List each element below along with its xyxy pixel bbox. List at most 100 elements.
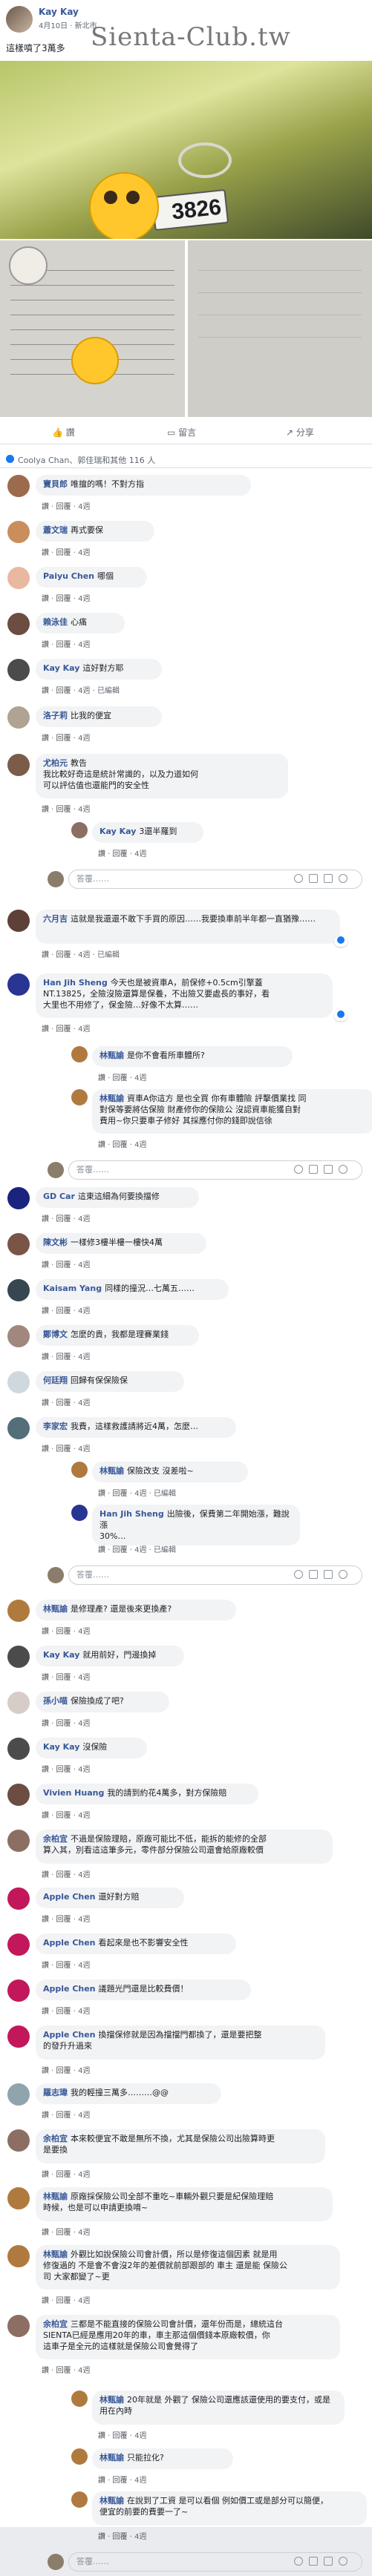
commenter-name[interactable]: 洛子莉 (43, 711, 68, 720)
comment-like-link[interactable]: 讚 (42, 2008, 49, 2016)
commenter-name[interactable]: 寶貝郎 (43, 479, 68, 489)
commenter-name[interactable]: 林甄諭 (43, 2192, 68, 2201)
commenter-avatar[interactable] (7, 1417, 30, 1439)
camera-icon[interactable] (309, 1165, 318, 1174)
commenter-avatar[interactable] (7, 475, 30, 497)
car-photo[interactable]: 3826 (0, 61, 372, 239)
commenter-avatar[interactable] (7, 613, 30, 635)
commenter-avatar[interactable] (7, 1187, 30, 1209)
emoji-icon[interactable] (294, 1165, 303, 1174)
comment-reply-link[interactable]: 回覆 (56, 2229, 71, 2237)
commenter-avatar[interactable] (7, 1692, 30, 1714)
commenter-name[interactable]: 林甄諭 (99, 2395, 124, 2405)
comment-like-link[interactable]: 讚 (42, 2171, 49, 2179)
commenter-name[interactable]: 何廷翔 (43, 1376, 68, 1385)
commenter-name[interactable]: Vivien Huang (43, 1788, 104, 1798)
comment-reply-link[interactable]: 回覆 (56, 1720, 71, 1728)
commenter-name[interactable]: Kay Kay (43, 1650, 79, 1660)
comment-like-link[interactable]: 讚 (42, 1445, 49, 1453)
commenter-avatar[interactable] (7, 1371, 30, 1393)
commenter-name[interactable]: Kay Kay (99, 827, 136, 836)
comment-reply-link[interactable]: 回覆 (56, 2171, 71, 2179)
comment-like-link[interactable]: 讚 (42, 951, 49, 959)
commenter-avatar[interactable] (7, 2129, 30, 2152)
comment-like-link[interactable]: 讚 (42, 1399, 49, 1407)
sticker-icon[interactable] (339, 2557, 347, 2566)
comment-reply-link[interactable]: 回覆 (113, 2533, 128, 2541)
comment-like-link[interactable]: 讚 (42, 595, 49, 603)
comment-reply-link[interactable]: 回覆 (113, 1546, 128, 1554)
commenter-name[interactable]: 李家宏 (43, 1422, 68, 1431)
commenter-avatar[interactable] (71, 2448, 88, 2465)
commenter-avatar[interactable] (7, 973, 30, 996)
commenter-name[interactable]: 六月吉 (43, 914, 68, 924)
comment-like-link[interactable]: 讚 (42, 1215, 49, 1223)
comment-reply-link[interactable]: 回覆 (56, 595, 71, 603)
comment-reply-link[interactable]: 回覆 (56, 1353, 71, 1361)
commenter-name[interactable]: 賴泳佳 (43, 617, 68, 627)
comment-reply-link[interactable]: 回覆 (56, 1307, 71, 1315)
commenter-name[interactable]: Han Jih Sheng (99, 1509, 164, 1519)
commenter-avatar[interactable] (7, 910, 30, 932)
comment-like-link[interactable]: 讚 (42, 2297, 49, 2305)
commenter-name[interactable]: 林甄諭 (99, 2453, 124, 2462)
comment-like-link[interactable]: 讚 (42, 1307, 49, 1315)
commenter-avatar[interactable] (71, 2491, 88, 2508)
commenter-name[interactable]: 蕭文瑞 (43, 525, 68, 535)
comment-like-link[interactable]: 讚 (98, 1074, 105, 1082)
comment-like-link[interactable]: 讚 (42, 641, 49, 649)
commenter-avatar[interactable] (7, 1325, 30, 1347)
comment-reply-link[interactable]: 回覆 (56, 806, 71, 814)
comment-like-link[interactable]: 讚 (42, 1353, 49, 1361)
comment-reply-link[interactable]: 回覆 (56, 549, 71, 557)
comment-reply-link[interactable]: 回覆 (56, 1025, 71, 1034)
comment-button[interactable]: ▭ 留言 (167, 426, 196, 438)
commenter-avatar[interactable] (71, 822, 88, 838)
commenter-avatar[interactable] (71, 1462, 88, 1478)
comment-reply-link[interactable]: 回覆 (113, 2477, 128, 2485)
comment-reply-link[interactable]: 回覆 (56, 687, 71, 695)
commenter-avatar[interactable] (7, 1784, 30, 1806)
commenter-name[interactable]: 鄭博文 (43, 1330, 68, 1339)
commenter-name[interactable]: Apple Chen (43, 1892, 96, 1902)
gif-icon[interactable] (324, 1570, 333, 1579)
comment-like-link[interactable]: 讚 (42, 1261, 49, 1269)
comment-like-link[interactable]: 讚 (42, 1871, 49, 1879)
commenter-name[interactable]: 余柏宜 (43, 2319, 68, 2329)
emoji-icon[interactable] (294, 1570, 303, 1579)
commenter-avatar[interactable] (7, 1738, 30, 1760)
commenter-name[interactable]: 林甄諭 (43, 1604, 68, 1614)
commenter-name[interactable]: 林甄諭 (43, 2250, 68, 2259)
comment-reply-link[interactable]: 回覆 (56, 1261, 71, 1269)
comment-like-link[interactable]: 讚 (42, 2112, 49, 2120)
comment-reply-link[interactable]: 回覆 (56, 1399, 71, 1407)
commenter-name[interactable]: 陳文彬 (43, 1238, 68, 1247)
comment-reply-link[interactable]: 回覆 (56, 1962, 71, 1970)
commenter-avatar[interactable] (7, 706, 30, 729)
reactions-summary[interactable]: Coolya Chan、郭佳瑞和其他 116 人 (0, 451, 372, 468)
commenter-avatar[interactable] (7, 1233, 30, 1255)
comment-reply-link[interactable]: 回覆 (113, 1141, 128, 1149)
comment-like-link[interactable]: 讚 (42, 1720, 49, 1728)
comment-reply-link[interactable]: 回覆 (56, 2067, 71, 2075)
commenter-avatar[interactable] (7, 1933, 30, 1956)
sticker-icon[interactable] (339, 1570, 347, 1579)
comment-reply-link[interactable]: 回覆 (56, 1871, 71, 1879)
commenter-name[interactable]: Kay Kay (43, 663, 79, 673)
comment-like-link[interactable]: 讚 (42, 2229, 49, 2237)
commenter-name[interactable]: 林甄諭 (99, 2496, 124, 2506)
comment-like-link[interactable]: 讚 (98, 2432, 105, 2440)
comment-reply-link[interactable]: 回覆 (56, 1445, 71, 1453)
commenter-name[interactable]: Kaisam Yang (43, 1284, 102, 1293)
commenter-avatar[interactable] (7, 2025, 30, 2048)
comment-like-link[interactable]: 讚 (42, 2367, 49, 2375)
commenter-name[interactable]: Apple Chen (43, 2030, 96, 2040)
commenter-avatar[interactable] (7, 659, 30, 681)
invoice-photo-1[interactable] (0, 240, 185, 417)
comment-like-link[interactable]: 讚 (98, 1490, 105, 1498)
comment-reply-link[interactable]: 回覆 (56, 1215, 71, 1223)
comment-like-link[interactable]: 讚 (42, 1766, 49, 1774)
comment-reply-link[interactable]: 回覆 (56, 2112, 71, 2120)
comment-like-link[interactable]: 讚 (42, 806, 49, 814)
commenter-avatar[interactable] (7, 1887, 30, 1910)
